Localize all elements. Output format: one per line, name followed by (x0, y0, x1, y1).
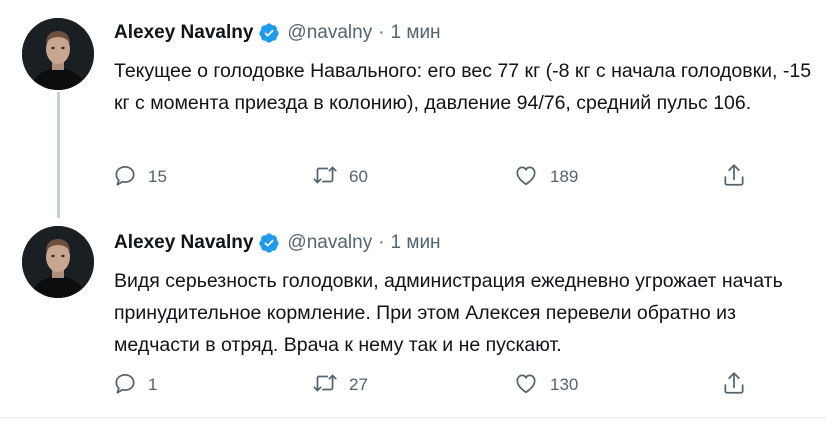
share-button[interactable] (720, 162, 748, 192)
verified-badge-icon (258, 232, 280, 254)
avatar[interactable] (22, 18, 94, 90)
tweet-header: Alexey Navalny @navalny · 1 мин (114, 18, 441, 48)
divider (0, 417, 826, 418)
retweet-icon (311, 370, 339, 401)
tweet-actions: 15 60 189 (0, 162, 826, 192)
reply-button[interactable]: 15 (112, 162, 167, 192)
reply-icon (112, 162, 138, 193)
tweet-text: Текущее о голодовке Навального: его вес … (114, 60, 812, 114)
tweet-header: Alexey Navalny @navalny · 1 мин (114, 228, 441, 258)
tweet-text: Видя серьезность голодовки, администраци… (114, 270, 783, 356)
retweet-button[interactable]: 60 (311, 162, 368, 192)
like-count: 130 (550, 375, 579, 394)
reply-icon (112, 370, 138, 401)
retweet-count: 60 (349, 167, 368, 186)
heart-icon (512, 162, 540, 193)
share-icon (720, 162, 748, 193)
reply-button[interactable]: 1 (112, 370, 157, 400)
share-button[interactable] (720, 370, 748, 400)
like-count: 189 (550, 167, 579, 186)
separator-dot: · (378, 22, 385, 43)
timestamp[interactable]: 1 мин (391, 232, 441, 254)
retweet-button[interactable]: 27 (311, 370, 368, 400)
share-icon (720, 370, 748, 401)
like-button[interactable]: 130 (512, 370, 578, 400)
like-button[interactable]: 189 (512, 162, 578, 192)
author-handle[interactable]: @navalny (287, 232, 372, 254)
author-handle[interactable]: @navalny (287, 22, 372, 44)
tweet[interactable]: Alexey Navalny @navalny · 1 мин Видя сер… (0, 218, 826, 414)
timestamp[interactable]: 1 мин (391, 22, 441, 44)
reply-count: 15 (148, 167, 167, 186)
avatar[interactable] (22, 226, 94, 298)
heart-icon (512, 370, 540, 401)
retweet-icon (311, 162, 339, 193)
tweet[interactable]: Alexey Navalny @navalny · 1 мин Текущее … (0, 0, 826, 210)
author-name[interactable]: Alexey Navalny (114, 22, 253, 44)
tweet-actions: 1 27 130 (0, 370, 826, 400)
separator-dot: · (378, 232, 385, 253)
author-name[interactable]: Alexey Navalny (114, 232, 253, 254)
retweet-count: 27 (349, 375, 368, 394)
verified-badge-icon (258, 22, 280, 44)
reply-count: 1 (148, 375, 158, 394)
